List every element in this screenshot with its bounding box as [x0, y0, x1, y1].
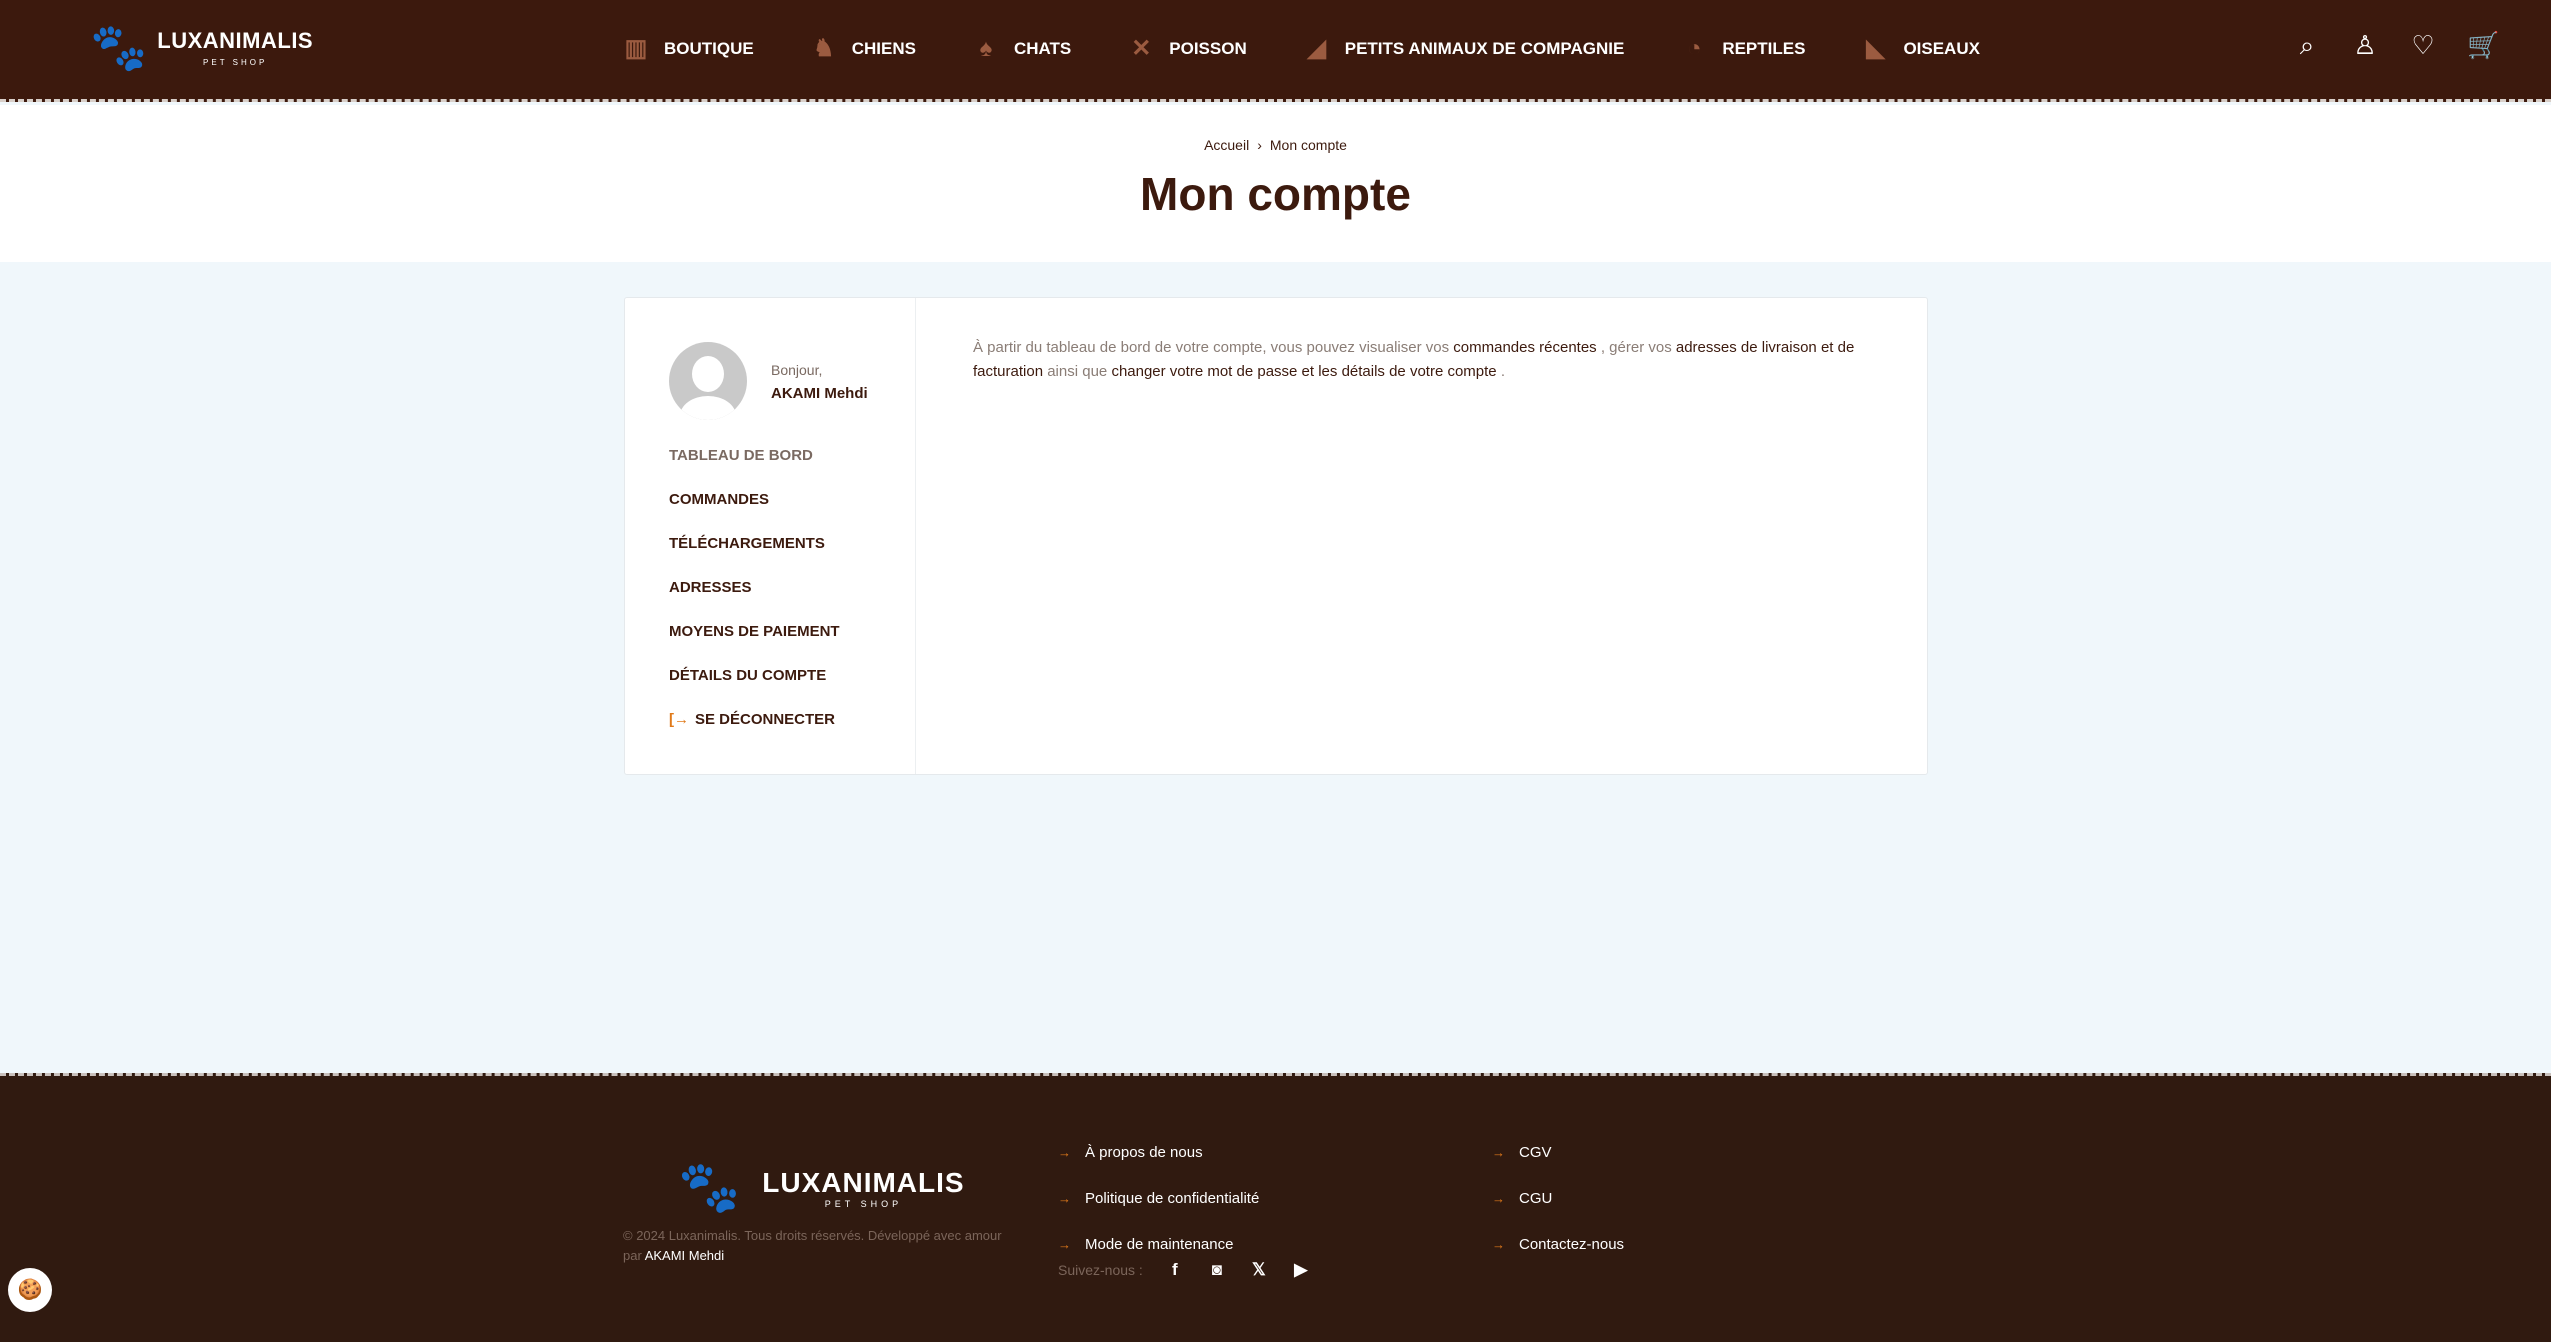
header-icons: ⌕ ♙ ♡ 🛒 — [2293, 30, 2500, 62]
social-links: Suivez-nous : f ◙ 𝕏 ▶ — [1058, 1260, 1311, 1280]
page-title: Mon compte — [1140, 168, 1411, 220]
intro-text: . — [1496, 363, 1505, 380]
nav-item-oiseaux[interactable]: ◣ OISEAUX — [1861, 34, 1980, 63]
nav-item-petits-animaux-de-compagnie[interactable]: ◢ PETITS ANIMAUX DE COMPAGNIE — [1303, 34, 1625, 63]
avatar — [669, 342, 747, 420]
breadcrumb-current: Mon compte — [1269, 137, 1347, 153]
nav-item-chats[interactable]: ♠ CHATS — [972, 34, 1072, 63]
account-card: Bonjour, AKAMI Mehdi TABLEAU DE BORD COM… — [624, 297, 1928, 775]
cart-icon[interactable]: 🛒 — [2467, 30, 2499, 62]
nav-label: REPTILES — [1722, 38, 1806, 58]
greeting: Bonjour, — [771, 362, 823, 378]
paw-icon: 🐾 — [90, 21, 148, 73]
footer-link-contact[interactable]: → Contactez-nous — [1492, 1236, 1624, 1282]
link-label: CGU — [1519, 1190, 1553, 1207]
logout-label: SE DÉCONNECTER — [695, 711, 836, 728]
recent-orders-link[interactable]: commandes récentes — [1453, 339, 1596, 356]
brand-tagline: PET SHOP — [824, 1198, 903, 1209]
facebook-icon[interactable]: f — [1165, 1260, 1185, 1280]
menu-addresses[interactable]: ADRESSES — [669, 578, 840, 622]
footer-link-cgu[interactable]: → CGU — [1492, 1190, 1624, 1236]
menu-dashboard[interactable]: TABLEAU DE BORD — [669, 446, 840, 490]
bird-icon: ◣ — [1866, 35, 1885, 62]
arrow-right-icon: → — [1492, 1145, 1505, 1160]
nav-label: CHIENS — [851, 38, 916, 58]
footer-link-about[interactable]: → À propos de nous — [1058, 1144, 1259, 1190]
account-details-link[interactable]: changer votre mot de passe et les détail… — [1111, 363, 1496, 380]
footer-link-cgv[interactable]: → CGV — [1492, 1144, 1624, 1190]
arrow-right-icon: → — [1058, 1191, 1071, 1206]
header: 🐾 LUXANIMALIS PET SHOP ▥ BOUTIQUE ♞ CHIENS ♠ C… — [0, 0, 2551, 102]
nav-label: OISEAUX — [1903, 38, 1980, 58]
small-animal-icon: ◢ — [1307, 35, 1326, 62]
account-icon[interactable]: ♙ — [2351, 30, 2379, 62]
nav-label: CHATS — [1013, 38, 1072, 58]
account-menu: TABLEAU DE BORD COMMANDES TÉLÉCHARGEMENT… — [669, 446, 840, 754]
menu-downloads[interactable]: TÉLÉCHARGEMENTS — [669, 534, 840, 578]
nav-item-poisson[interactable]: ✕ POISSON — [1127, 34, 1247, 63]
link-label: Politique de confidentialité — [1085, 1190, 1260, 1207]
nav-item-chiens[interactable]: ♞ CHIENS — [810, 34, 916, 63]
dog-icon: ♞ — [812, 35, 835, 62]
search-icon[interactable]: ⌕ — [2293, 30, 2321, 62]
user-name: AKAMI Mehdi — [771, 385, 868, 402]
menu-orders[interactable]: COMMANDES — [669, 490, 840, 534]
brand-tagline: PET SHOP — [203, 57, 268, 67]
arrow-right-icon: → — [1492, 1191, 1505, 1206]
nav-label: BOUTIQUE — [664, 38, 754, 58]
footer: 🐾 LUXANIMALIS PET SHOP © 2024 Luxanimalis… — [0, 1073, 2551, 1342]
youtube-icon[interactable]: ▶ — [1291, 1260, 1311, 1280]
footer-link-privacy[interactable]: → Politique de confidentialité — [1058, 1190, 1259, 1236]
arrow-right-icon: → — [1492, 1237, 1505, 1252]
nav-label: PETITS ANIMAUX DE COMPAGNIE — [1344, 38, 1625, 58]
reptile-icon: ◔ — [1687, 34, 1702, 62]
intro-text: ainsi que — [1043, 363, 1112, 380]
shop-icon: ▥ — [624, 35, 648, 62]
cookie-settings-button[interactable]: 🍪 — [8, 1268, 52, 1312]
follow-label: Suivez-nous : — [1058, 1262, 1143, 1278]
logout-link[interactable]: [→ SE DÉCONNECTER — [669, 710, 840, 754]
page-header: Accueil › Mon compte Mon compte — [0, 105, 2551, 262]
logout-icon: [→ — [669, 711, 689, 728]
fish-icon: ✕ — [1131, 35, 1152, 62]
brand-name: LUXANIMALIS — [157, 27, 314, 53]
breadcrumb: Accueil › Mon compte — [0, 137, 2551, 153]
nav-item-reptiles[interactable]: ◔ REPTILES — [1680, 34, 1805, 63]
arrow-right-icon: → — [1058, 1237, 1071, 1252]
x-twitter-icon[interactable]: 𝕏 — [1249, 1260, 1269, 1280]
chevron-right-icon: › — [1257, 137, 1262, 153]
instagram-icon[interactable]: ◙ — [1207, 1260, 1227, 1280]
nav-label: POISSON — [1169, 38, 1247, 58]
cat-icon: ♠ — [979, 34, 993, 62]
account-sidebar: Bonjour, AKAMI Mehdi TABLEAU DE BORD COM… — [625, 298, 916, 774]
dashboard-intro: À partir du tableau de bord de votre com… — [973, 336, 1873, 384]
menu-payment-methods[interactable]: MOYENS DE PAIEMENT — [669, 622, 840, 666]
main-nav: ▥ BOUTIQUE ♞ CHIENS ♠ CHATS ✕ POISSON ◢ PETITS AN… — [622, 34, 1980, 63]
logo[interactable]: 🐾 LUXANIMALIS PET SHOP — [90, 24, 313, 70]
author-link[interactable]: AKAMI Mehdi — [645, 1248, 724, 1263]
intro-text: , gérer vos — [1596, 339, 1676, 356]
heart-icon[interactable]: ♡ — [2409, 30, 2437, 62]
link-label: CGV — [1519, 1144, 1552, 1161]
footer-logo[interactable]: 🐾 LUXANIMALIS PET SHOP — [678, 1158, 965, 1217]
intro-text: À partir du tableau de bord de votre com… — [973, 339, 1454, 356]
copyright: © 2024 Luxanimalis. Tous droits réservés… — [623, 1226, 1003, 1266]
link-label: À propos de nous — [1085, 1144, 1203, 1161]
nav-item-boutique[interactable]: ▥ BOUTIQUE — [622, 34, 754, 63]
footer-links-2: → CGV → CGU → Contactez-nous — [1492, 1144, 1624, 1282]
paw-icon: 🐾 — [678, 1159, 741, 1215]
arrow-right-icon: → — [1058, 1145, 1071, 1160]
brand-name: LUXANIMALIS — [762, 1166, 965, 1198]
link-label: Contactez-nous — [1519, 1236, 1625, 1253]
link-label: Mode de maintenance — [1085, 1236, 1234, 1253]
menu-account-details[interactable]: DÉTAILS DU COMPTE — [669, 666, 840, 710]
breadcrumb-home[interactable]: Accueil — [1204, 137, 1249, 153]
